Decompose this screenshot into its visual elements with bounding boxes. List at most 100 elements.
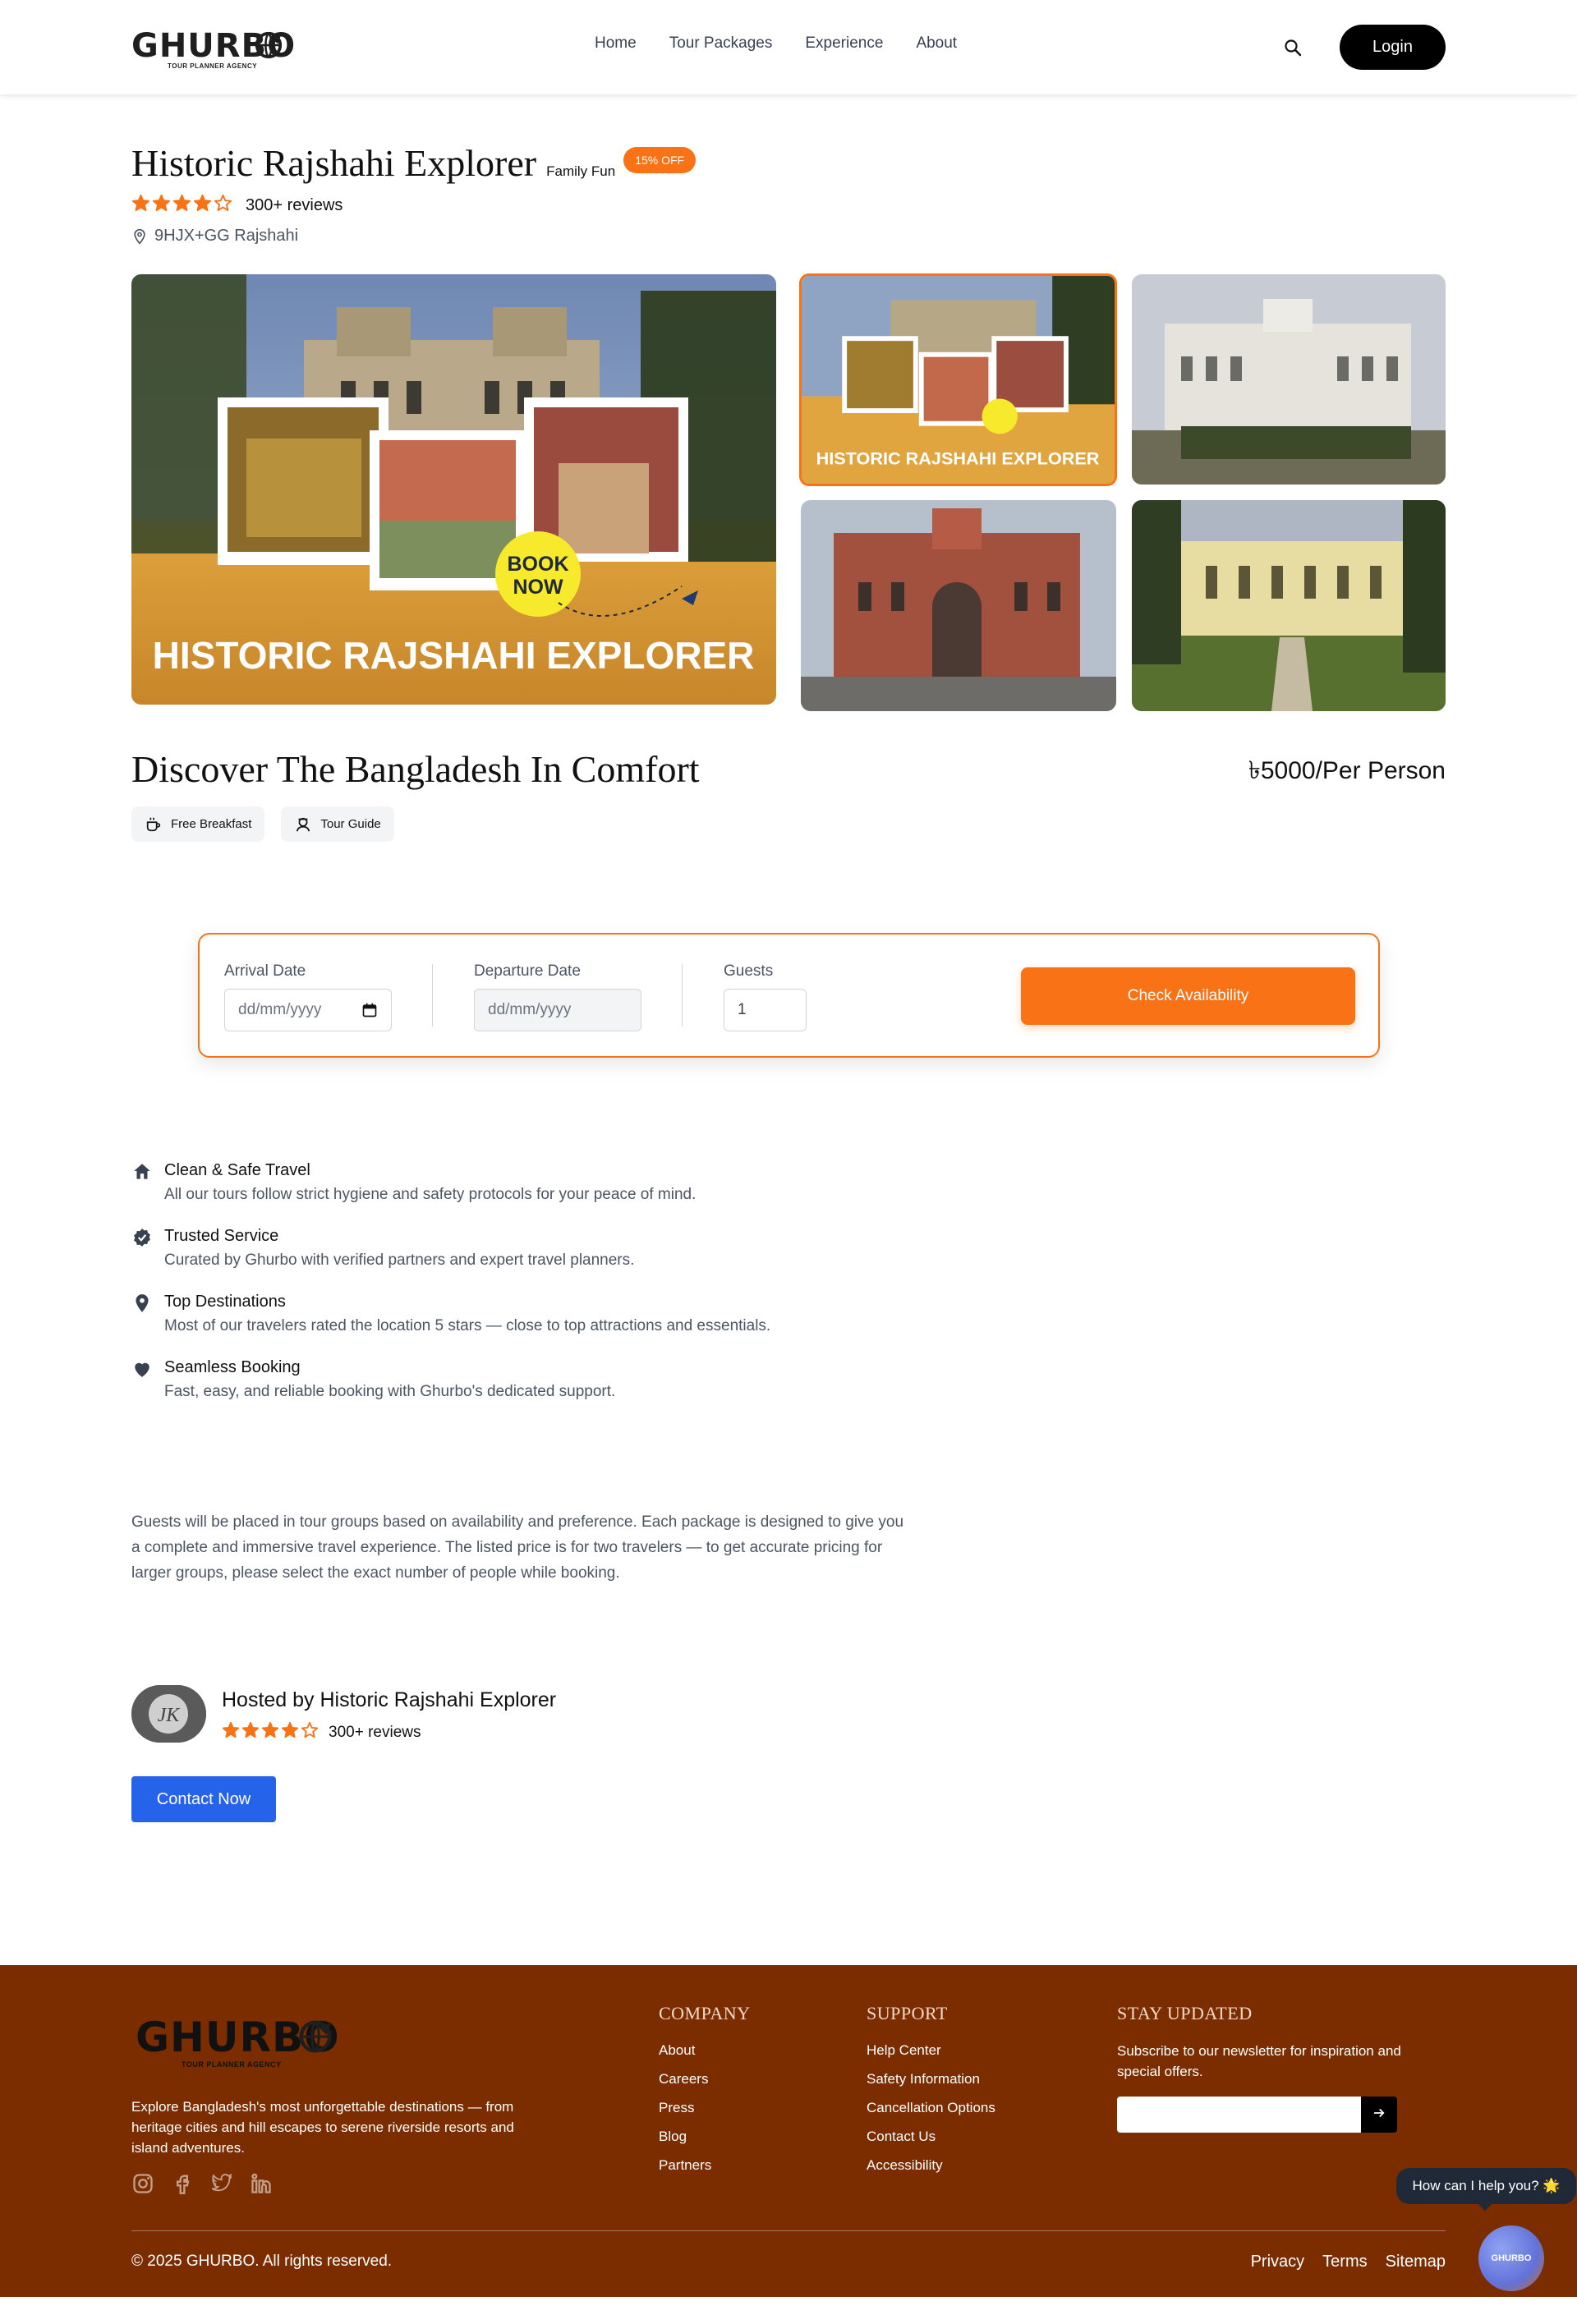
tour-category: Family Fun [546,163,616,179]
linkedin-icon[interactable] [250,2172,273,2195]
location-pin-icon [134,228,145,245]
newsletter-text: Subscribe to our newsletter for inspirat… [1117,2043,1401,2079]
poster-badge-line-1: BOOK [508,553,569,576]
poster-badge-line-2: NOW [513,576,563,599]
home-icon [134,1164,150,1179]
chat-launcher-label: GHURBO [1491,2253,1532,2263]
amenities-list: Free Breakfast Tour Guide [131,806,394,842]
chat-prompt-bubble[interactable]: How can I help you? 🌟 [1396,2168,1576,2211]
guests-field: Guests 1 [724,962,807,1031]
footer-link-partners[interactable]: Partners [659,2156,751,2175]
star-filled-icon [241,1721,260,1738]
feature-title: Clean & Safe Travel [164,1161,310,1179]
twitter-icon[interactable] [210,2172,233,2195]
feature-title: Trusted Service [164,1227,279,1245]
tour-location: 9HJX+GG Rajshahi [131,227,298,246]
guests-value: 1 [738,1001,747,1018]
reviews-count[interactable]: 300+ reviews [246,196,343,215]
footer-link-terms[interactable]: Terms [1322,2253,1367,2271]
footer-link-privacy[interactable]: Privacy [1251,2253,1305,2271]
star-filled-icon [222,1721,240,1738]
chat-launcher-button[interactable]: GHURBO [1478,2225,1544,2291]
star-filled-icon [193,194,212,211]
instagram-icon[interactable] [131,2172,154,2195]
footer-link-cancellation-options[interactable]: Cancellation Options [867,2098,995,2118]
calendar-icon[interactable] [361,1002,378,1018]
navbar: GHURBO TOUR PLANNER AGENCY Home Tour Pac… [0,0,1577,94]
feature-title: Seamless Booking [164,1358,301,1376]
footer-link-help-center[interactable]: Help Center [867,2041,995,2060]
host-rating: 300+ reviews [222,1721,421,1743]
check-availability-button[interactable]: Check Availability [1021,967,1355,1025]
feature-desc: Most of our travelers rated the location… [164,1317,771,1334]
feature-desc: All our tours follow strict hygiene and … [164,1186,697,1203]
nav-home[interactable]: Home [595,34,637,53]
newsletter-form [1117,2097,1397,2133]
footer-brand-logo[interactable]: GHURBO TOUR PLANNER AGENCY [136,2014,349,2069]
footer-link-press[interactable]: Press [659,2098,751,2118]
footer-link-about[interactable]: About [659,2041,751,2060]
booking-form: Arrival Date dd/mm/yyyy Departure Date d… [198,933,1380,1058]
host-name: Hosted by Historic Rajshahi Explorer [222,1688,557,1711]
tour-header: Historic Rajshahi Explorer Family Fun 15… [131,141,697,185]
footer-support-column: SUPPORT Help Center Safety Information C… [867,2003,995,2184]
login-button[interactable]: Login [1340,25,1446,70]
star-filled-icon [131,194,150,211]
footer-link-careers[interactable]: Careers [659,2069,751,2089]
footer-column-title: COMPANY [659,2003,751,2023]
contact-now-button[interactable]: Contact Now [131,1776,276,1822]
arrival-date-label: Arrival Date [224,962,306,980]
coffee-cup-icon [146,817,161,831]
tour-guide-icon [297,817,310,831]
guests-input[interactable]: 1 [724,989,807,1031]
footer-link-contact-us[interactable]: Contact Us [867,2127,995,2147]
brand-tagline: TOUR PLANNER AGENCY [168,62,258,70]
gallery-thumb-yellow-mansion[interactable] [1132,500,1446,711]
gallery-main-image[interactable]: BOOK NOW HISTORIC RAJSHAHI EXPLORER [131,274,776,705]
verified-badge-icon [134,1229,150,1247]
field-divider [682,964,683,1027]
feature-title: Top Destinations [164,1293,286,1311]
discount-badge: 15% OFF [623,147,697,173]
star-rating [222,1721,320,1743]
arrow-right-icon [1374,2108,1385,2117]
footer-link-safety-information[interactable]: Safety Information [867,2069,995,2089]
location-text: 9HJX+GG Rajshahi [154,227,299,245]
guests-label: Guests [724,962,774,980]
amenity-label: Free Breakfast [171,817,252,831]
departure-date-placeholder: dd/mm/yyyy [488,1001,572,1018]
footer-divider [131,2230,1446,2231]
departure-date-input[interactable]: dd/mm/yyyy [474,989,641,1031]
thumb-poster-title: HISTORIC RAJSHAHI EXPLORER [816,448,1100,469]
host-reviews-count: 300+ reviews [329,1723,421,1741]
star-empty-icon [214,194,232,211]
footer-link-accessibility[interactable]: Accessibility [867,2156,995,2175]
poster-title: HISTORIC RAJSHAHI EXPLORER [153,634,755,677]
svg-text:JK: JK [158,1705,182,1726]
gallery-thumb-poster[interactable]: HISTORIC RAJSHAHI EXPLORER [799,273,1117,486]
search-icon[interactable] [1283,38,1303,57]
newsletter-email-input[interactable] [1117,2097,1361,2133]
arrival-date-placeholder: dd/mm/yyyy [238,1001,322,1018]
arrival-date-input[interactable]: dd/mm/yyyy [224,989,392,1031]
nav-about[interactable]: About [916,34,957,53]
star-empty-icon [301,1721,319,1738]
footer-link-sitemap[interactable]: Sitemap [1386,2253,1446,2271]
tour-description: Guests will be placed in tour groups bas… [131,1513,904,1582]
star-filled-icon [172,194,191,211]
footer-link-blog[interactable]: Blog [659,2127,751,2147]
star-filled-icon [152,194,171,211]
star-rating [131,194,234,217]
star-filled-icon [261,1721,279,1738]
footer: GHURBO TOUR PLANNER AGENCY Explore Bangl… [0,1965,1577,2297]
map-pin-icon [136,1294,149,1312]
nav-tour-packages[interactable]: Tour Packages [669,34,773,53]
facebook-icon[interactable] [171,2172,194,2195]
nav-experience[interactable]: Experience [805,34,883,53]
newsletter-submit-button[interactable] [1361,2097,1397,2133]
gallery-thumb-red-building[interactable] [801,500,1116,711]
gallery-thumb-white-palace[interactable] [1132,274,1446,485]
globe-plane-icon [299,2020,332,2053]
page-title: Historic Rajshahi Explorer [131,142,537,184]
brand-logo[interactable]: GHURBO TOUR PLANNER AGENCY [131,28,295,70]
